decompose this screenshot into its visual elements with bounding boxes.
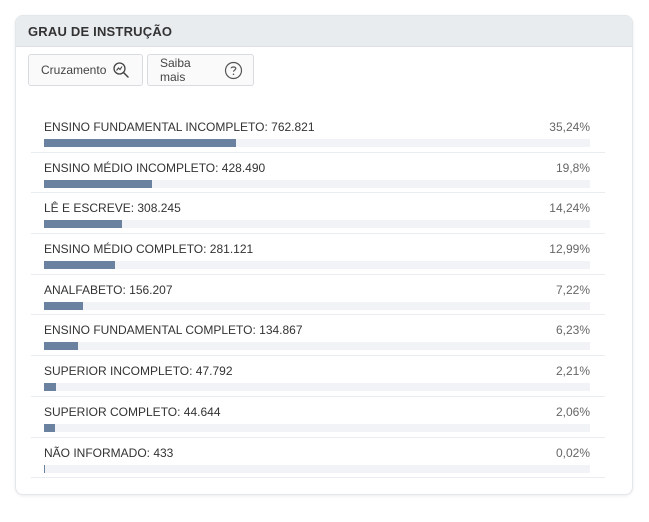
bar-percent: 2,06% [555,404,590,419]
education-bar-list: ENSINO FUNDAMENTAL INCOMPLETO: 762.821 35… [31,112,605,479]
learn-more-button-label: Saiba mais [160,56,191,84]
bar-percent: 7,22% [555,282,590,297]
cross-button[interactable]: Cruzamento [28,54,143,86]
bar-fill [44,139,237,147]
cross-button-label: Cruzamento [41,63,107,77]
panel-title: GRAU DE INSTRUÇÃO [16,16,632,47]
bar-row: ANALFABETO: 156.207 7,22% [31,275,605,316]
bar-fill [44,220,122,229]
bar-label: ENSINO MÉDIO COMPLETO: 281.121 [44,242,254,257]
education-panel: GRAU DE INSTRUÇÃO Cruzamento Saiba mais [15,15,633,495]
bar-percent: 12,99% [549,242,590,257]
bar-row: ENSINO MÉDIO COMPLETO: 281.121 12,99% [31,234,605,275]
magnifier-trend-icon [112,61,130,79]
bar-row: NÃO INFORMADO: 433 0,02% [31,438,605,479]
bar-fill [44,383,57,392]
bar-track [44,139,590,147]
bar-label: NÃO INFORMADO: 433 [44,445,174,460]
bar-label: SUPERIOR COMPLETO: 44.644 [44,404,221,419]
bar-percent: 0,02% [555,445,590,460]
bar-percent: 6,23% [555,323,590,338]
bar-fill [44,261,115,270]
bar-track [44,261,590,270]
bar-fill [44,423,56,432]
bar-track [44,383,590,392]
bar-track [44,179,590,188]
bar-fill [44,342,79,351]
bar-fill [44,464,46,473]
bar-percent: 2,21% [555,364,590,379]
bar-label: ENSINO MÉDIO INCOMPLETO: 428.490 [44,160,266,175]
bar-track [44,464,590,473]
learn-more-button[interactable]: Saiba mais [147,54,254,86]
question-circle-icon [224,61,243,80]
bar-row: SUPERIOR COMPLETO: 44.644 2,06% [31,397,605,438]
bar-row: ENSINO MÉDIO INCOMPLETO: 428.490 19,8% [31,153,605,194]
panel-toolbar: Cruzamento Saiba mais [28,54,254,86]
bar-track [44,301,590,310]
bar-track [44,342,590,351]
bar-label: SUPERIOR INCOMPLETO: 47.792 [44,364,233,379]
bar-percent: 14,24% [549,201,590,216]
bar-label: ANALFABETO: 156.207 [44,282,173,297]
bar-row: LÊ E ESCREVE: 308.245 14,24% [31,193,605,235]
bar-track [44,220,590,229]
bar-row: ENSINO FUNDAMENTAL COMPLETO: 134.867 6,23… [31,315,605,357]
bar-percent: 19,8% [555,160,590,175]
bar-fill [44,179,153,188]
bar-percent: 35,24% [549,120,590,134]
bar-label: LÊ E ESCREVE: 308.245 [44,201,181,216]
bar-label: ENSINO FUNDAMENTAL INCOMPLETO: 762.821 [44,120,315,134]
bar-row: ENSINO FUNDAMENTAL INCOMPLETO: 762.821 35… [31,112,605,153]
bar-fill [44,301,84,310]
bar-track [44,423,590,432]
bar-label: ENSINO FUNDAMENTAL COMPLETO: 134.867 [44,323,303,338]
bar-row: SUPERIOR INCOMPLETO: 47.792 2,21% [31,356,605,397]
